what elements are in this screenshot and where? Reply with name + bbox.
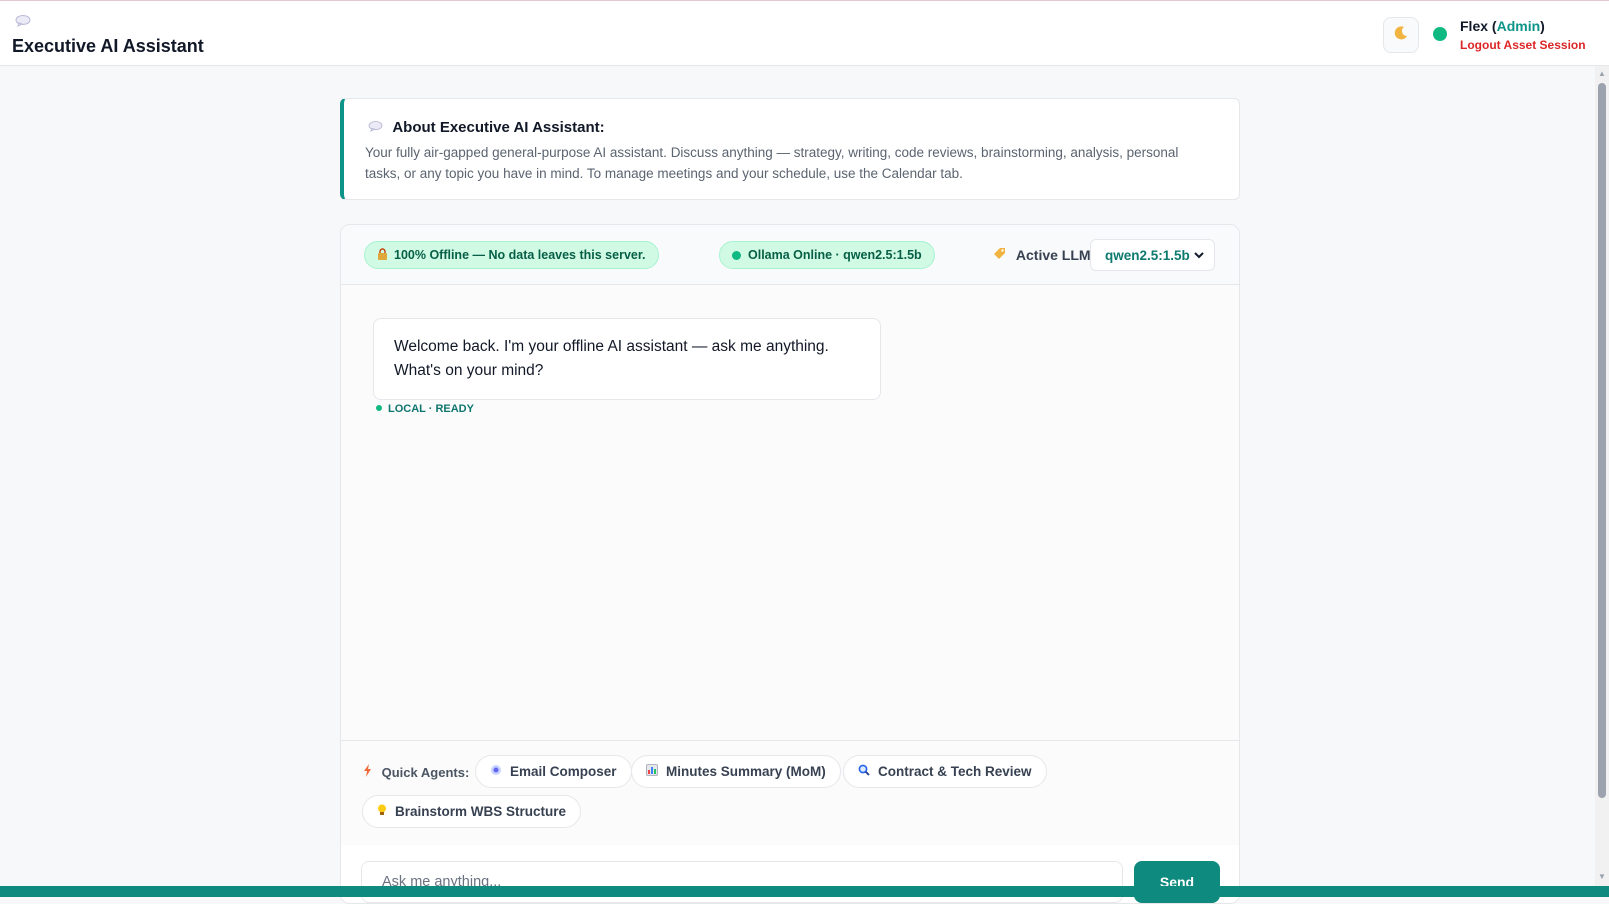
active-llm-text: Active LLM:	[1015, 247, 1096, 263]
email-icon	[490, 764, 502, 779]
status-bar: 100% Offline — No data leaves this serve…	[341, 225, 1239, 285]
scroll-thumb[interactable]	[1598, 83, 1606, 798]
user-name-text: Flex	[1460, 18, 1489, 34]
agent-minutes-summary-button[interactable]: Minutes Summary (MoM)	[631, 755, 841, 788]
user-role: Admin	[1496, 18, 1541, 34]
about-description: Your fully air-gapped general-purpose AI…	[365, 145, 1179, 181]
tag-icon	[993, 247, 1010, 263]
role-open-paren: (	[1488, 18, 1497, 34]
agent-contract-review-button[interactable]: Contract & Tech Review	[843, 755, 1047, 788]
about-card: About Executive AI Assistant: Your fully…	[340, 98, 1240, 200]
bar-chart-icon	[646, 764, 658, 779]
offline-badge-text: 100% Offline — No data leaves this serve…	[394, 248, 646, 262]
page-scrollbar[interactable]: ▲ ▼	[1595, 66, 1609, 886]
lightbulb-icon	[377, 804, 387, 820]
online-dot-icon	[732, 250, 741, 260]
ollama-status-badge: Ollama Online · qwen2.5:1.5b	[719, 241, 935, 269]
active-llm-label: Active LLM:	[993, 247, 1095, 263]
message-status: LOCAL · READY	[376, 403, 474, 415]
app-title: Executive AI Assistant	[12, 36, 204, 56]
theme-toggle-button[interactable]	[1383, 17, 1419, 53]
user-name: Flex (Admin)	[1460, 18, 1545, 34]
chat-panel: 100% Offline — No data leaves this serve…	[340, 224, 1240, 904]
speech-bubble-icon	[15, 15, 31, 30]
top-bar: Executive AI Assistant Flex (Admin) Logo…	[0, 0, 1609, 66]
lock-icon	[377, 247, 388, 263]
agent-brainstorm-wbs-button[interactable]: Brainstorm WBS Structure	[362, 795, 582, 828]
model-select-value: qwen2.5:1.5b	[1105, 247, 1190, 263]
lightning-icon	[363, 764, 376, 780]
quick-agents-text: Quick Agents:	[381, 765, 470, 780]
quick-agents-bar: Quick Agents: Email Composer Minutes Sum…	[341, 740, 1239, 845]
about-heading: About Executive AI Assistant:	[368, 119, 605, 136]
agent-email-composer-button[interactable]: Email Composer	[475, 755, 632, 788]
scroll-up-arrow-icon[interactable]: ▲	[1597, 69, 1607, 79]
agent-label: Brainstorm WBS Structure	[395, 804, 567, 819]
logout-link[interactable]: Logout Asset Session	[1460, 38, 1586, 52]
ollama-status-text: Ollama Online · qwen2.5:1.5b	[748, 248, 922, 262]
footer-bar	[0, 886, 1609, 897]
agent-label: Email Composer	[510, 764, 617, 779]
chevron-down-icon	[1194, 246, 1204, 267]
agent-label: Contract & Tech Review	[878, 764, 1032, 779]
offline-badge: 100% Offline — No data leaves this serve…	[364, 241, 659, 269]
model-select[interactable]: qwen2.5:1.5b	[1090, 239, 1215, 271]
scroll-down-arrow-icon[interactable]: ▼	[1597, 872, 1607, 882]
message-status-text: LOCAL · READY	[388, 403, 474, 415]
speech-bubble-icon	[368, 121, 386, 135]
ready-dot-icon	[376, 405, 382, 411]
moon-icon	[1393, 25, 1409, 46]
about-heading-text: About Executive AI Assistant:	[392, 119, 605, 136]
quick-agents-label: Quick Agents:	[363, 764, 469, 780]
agent-label: Minutes Summary (MoM)	[666, 764, 826, 779]
online-status-indicator	[1433, 27, 1447, 41]
role-close-paren: )	[1540, 18, 1545, 34]
magnifier-icon	[858, 764, 870, 779]
assistant-message: Welcome back. I'm your offline AI assist…	[373, 318, 881, 400]
